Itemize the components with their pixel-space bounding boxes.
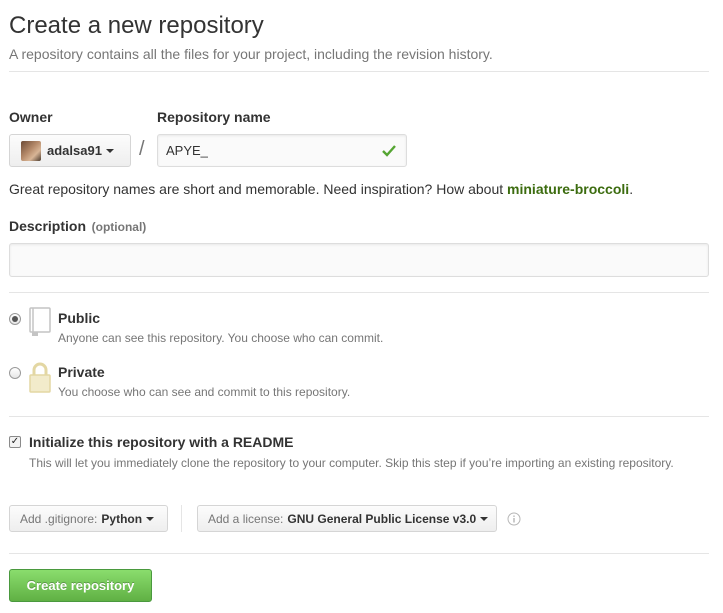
license-prefix: Add a license:: [208, 511, 284, 526]
page-title: Create a new repository: [9, 12, 264, 39]
vertical-divider: [181, 505, 182, 532]
repo-book-icon: [29, 307, 51, 336]
owner-username: adalsa91: [47, 143, 102, 158]
suggestion-text: Great repository names are short and mem…: [9, 181, 508, 197]
gitignore-value: Python: [101, 511, 143, 526]
info-icon[interactable]: [507, 512, 521, 526]
private-radio[interactable]: [9, 367, 21, 379]
description-label-text: Description: [9, 218, 87, 234]
page-subtitle: A repository contains all the files for …: [9, 46, 493, 62]
private-description: You choose who can see and commit to thi…: [58, 385, 351, 399]
divider: [9, 71, 709, 72]
private-title: Private: [58, 364, 105, 380]
repo-name-label: Repository name: [157, 109, 271, 125]
license-select[interactable]: Add a license: GNU General Public Licens…: [197, 505, 497, 532]
gitignore-prefix: Add .gitignore:: [20, 511, 98, 526]
owner-label: Owner: [9, 109, 53, 125]
public-title: Public: [58, 310, 101, 326]
repo-name-value: APYE_: [166, 143, 208, 158]
description-label: Description (optional): [9, 218, 146, 234]
license-value: GNU General Public License v3.0: [287, 511, 477, 526]
public-radio[interactable]: [9, 313, 21, 325]
optional-hint: (optional): [91, 220, 147, 234]
lock-icon: [29, 362, 51, 393]
readme-title: Initialize this repository with a README: [29, 434, 294, 450]
name-suggestion: Great repository names are short and mem…: [9, 181, 633, 197]
check-icon: [382, 145, 396, 157]
divider: [9, 292, 709, 293]
public-description: Anyone can see this repository. You choo…: [58, 331, 384, 345]
gitignore-select[interactable]: Add .gitignore: Python: [9, 505, 168, 532]
owner-select[interactable]: adalsa91: [9, 134, 131, 167]
readme-description: This will let you immediately clone the …: [29, 456, 674, 470]
create-repository-button[interactable]: Create repository: [9, 569, 152, 602]
chevron-down-icon: [480, 516, 489, 521]
chevron-down-icon: [105, 148, 114, 153]
owner-repo-separator: /: [139, 138, 145, 160]
divider: [9, 553, 709, 554]
chevron-down-icon: [146, 516, 155, 521]
suggested-name-link[interactable]: miniature-broccoli: [507, 181, 629, 197]
avatar: [21, 140, 41, 161]
readme-checkbox[interactable]: ✓: [9, 436, 21, 448]
description-input[interactable]: [9, 243, 709, 277]
repo-name-input[interactable]: APYE_: [157, 134, 407, 167]
divider: [9, 416, 709, 417]
suggestion-end: .: [629, 181, 634, 197]
